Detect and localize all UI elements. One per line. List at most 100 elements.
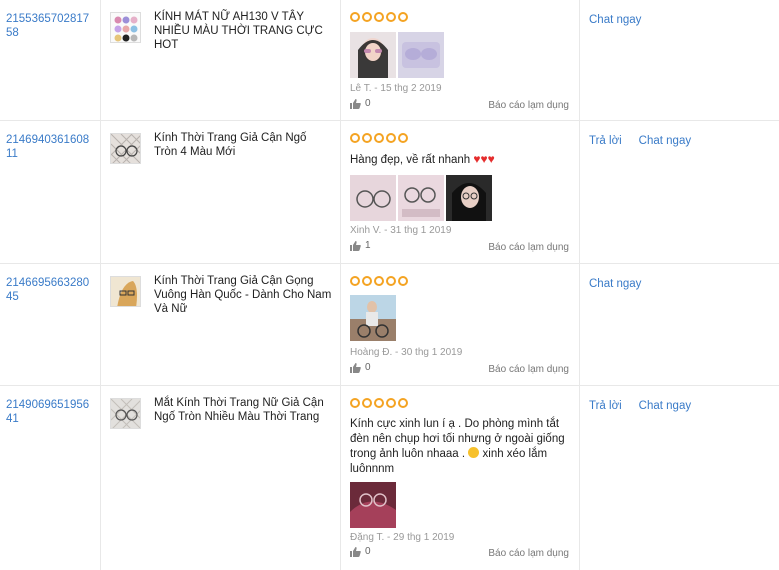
order-cell: 214906965195641: [0, 386, 101, 570]
like-button[interactable]: 1: [350, 240, 371, 251]
review-photos: [350, 175, 492, 221]
chat-now-link[interactable]: Chat ngay: [639, 135, 691, 147]
review-photos: [350, 295, 396, 341]
row-actions: Trả lời Chat ngay: [589, 135, 691, 147]
like-button[interactable]: 0: [350, 362, 371, 373]
like-button[interactable]: 0: [350, 98, 371, 109]
thumbs-up-icon: [350, 362, 361, 373]
like-button[interactable]: 0: [350, 546, 371, 557]
product-name[interactable]: Kính Thời Trang Giả Cận Gọng Vuông Hàn Q…: [154, 274, 332, 316]
review-cell: Kính cực xinh lun í ạ . Do phòng mình tắ…: [341, 386, 580, 570]
order-id-link[interactable]: 214906965195641: [6, 398, 92, 426]
actions-cell: Chat ngay: [580, 0, 779, 120]
like-count: 0: [365, 546, 371, 557]
star-icon: [350, 12, 360, 22]
reviewer-info: Hoàng Đ. - 30 thg 1 2019: [350, 347, 463, 358]
actions-cell: Trả lời Chat ngay: [580, 386, 779, 570]
thumbs-up-icon: [350, 240, 361, 251]
reviewer-info: Đặng T. - 29 thg 1 2019: [350, 532, 455, 543]
heart-eyes-emoji-icon: [468, 447, 480, 458]
report-abuse-link[interactable]: Báo cáo lạm dụng: [488, 242, 569, 253]
review-cell: Hàng đẹp, về rất nhanh ♥♥♥ Xinh V. - 31 …: [341, 121, 580, 263]
rating-stars: [350, 276, 408, 286]
review-row: 214669566328045 Kính Thời Trang Giả Cận …: [0, 264, 779, 386]
review-photos: [350, 482, 396, 528]
product-thumbnail[interactable]: [110, 12, 141, 43]
review-photo[interactable]: [350, 175, 396, 221]
review-photo[interactable]: [398, 175, 444, 221]
product-cell: Kính Thời Trang Giả Cận Ngố Tròn 4 Màu M…: [101, 121, 341, 263]
like-count: 1: [365, 240, 371, 251]
review-text: Hàng đẹp, về rất nhanh ♥♥♥: [350, 152, 572, 168]
heart-icon: ♥: [487, 152, 495, 166]
star-icon: [350, 133, 360, 143]
review-photo[interactable]: [350, 32, 396, 78]
order-cell: 214694036160811: [0, 121, 101, 263]
thumbs-up-icon: [350, 98, 361, 109]
review-text: Kính cực xinh lun í ạ . Do phòng mình tắ…: [350, 417, 572, 477]
order-id-link[interactable]: 215536570281758: [6, 12, 92, 40]
star-icon: [398, 133, 408, 143]
rating-stars: [350, 398, 408, 408]
star-icon: [374, 12, 384, 22]
chat-now-link[interactable]: Chat ngay: [589, 14, 641, 26]
star-icon: [350, 398, 360, 408]
review-photo[interactable]: [398, 32, 444, 78]
row-actions: Trả lời Chat ngay: [589, 400, 691, 412]
thumbs-up-icon: [350, 546, 361, 557]
star-icon: [398, 12, 408, 22]
star-icon: [374, 276, 384, 286]
row-actions: Chat ngay: [589, 14, 641, 26]
product-name[interactable]: Mắt Kính Thời Trang Nữ Giả Cận Ngố Tròn …: [154, 396, 332, 424]
order-id-link[interactable]: 214694036160811: [6, 133, 92, 161]
report-abuse-link[interactable]: Báo cáo lạm dụng: [488, 100, 569, 111]
chat-now-link[interactable]: Chat ngay: [589, 278, 641, 290]
review-photo[interactable]: [350, 482, 396, 528]
reply-link[interactable]: Trả lời: [589, 135, 622, 147]
rating-stars: [350, 133, 408, 143]
row-actions: Chat ngay: [589, 278, 641, 290]
actions-cell: Chat ngay: [580, 264, 779, 385]
star-icon: [362, 12, 372, 22]
review-cell: Hoàng Đ. - 30 thg 1 2019 0 Báo cáo lạm d…: [341, 264, 580, 385]
review-photo[interactable]: [446, 175, 492, 221]
star-icon: [374, 398, 384, 408]
star-icon: [398, 276, 408, 286]
like-count: 0: [365, 98, 371, 109]
reviewer-info: Xinh V. - 31 thg 1 2019: [350, 225, 452, 236]
product-name[interactable]: Kính Thời Trang Giả Cận Ngố Tròn 4 Màu M…: [154, 131, 332, 159]
order-cell: 215536570281758: [0, 0, 101, 120]
star-icon: [386, 276, 396, 286]
heart-icon: ♥: [480, 152, 488, 166]
review-photo[interactable]: [350, 295, 396, 341]
product-thumbnail[interactable]: [110, 133, 141, 164]
star-icon: [350, 276, 360, 286]
like-count: 0: [365, 362, 371, 373]
star-icon: [398, 398, 408, 408]
review-photos: [350, 32, 444, 78]
review-row: 214694036160811 Kính Thời Trang Giả Cận …: [0, 121, 779, 264]
product-cell: KÍNH MÁT NỮ AH130 V TÂY NHIỀU MÀU THỜI T…: [101, 0, 341, 120]
product-thumbnail[interactable]: [110, 276, 141, 307]
product-cell: Kính Thời Trang Giả Cận Gọng Vuông Hàn Q…: [101, 264, 341, 385]
report-abuse-link[interactable]: Báo cáo lạm dụng: [488, 548, 569, 559]
star-icon: [362, 276, 372, 286]
chat-now-link[interactable]: Chat ngay: [639, 400, 691, 412]
product-thumbnail[interactable]: [110, 398, 141, 429]
order-id-link[interactable]: 214669566328045: [6, 276, 92, 304]
order-cell: 214669566328045: [0, 264, 101, 385]
star-icon: [386, 398, 396, 408]
star-icon: [362, 133, 372, 143]
star-icon: [386, 133, 396, 143]
actions-cell: Trả lời Chat ngay: [580, 121, 779, 263]
report-abuse-link[interactable]: Báo cáo lạm dụng: [488, 364, 569, 375]
review-row: 215536570281758 KÍNH MÁT NỮ AH130 V TÂY …: [0, 0, 779, 121]
reviewer-info: Lê T. - 15 thg 2 2019: [350, 83, 442, 94]
star-icon: [362, 398, 372, 408]
reply-link[interactable]: Trả lời: [589, 400, 622, 412]
star-icon: [374, 133, 384, 143]
rating-stars: [350, 12, 408, 22]
product-name[interactable]: KÍNH MÁT NỮ AH130 V TÂY NHIỀU MÀU THỜI T…: [154, 10, 332, 52]
heart-icon: ♥: [473, 152, 481, 166]
review-text-body: Hàng đẹp, về rất nhanh: [350, 154, 471, 166]
